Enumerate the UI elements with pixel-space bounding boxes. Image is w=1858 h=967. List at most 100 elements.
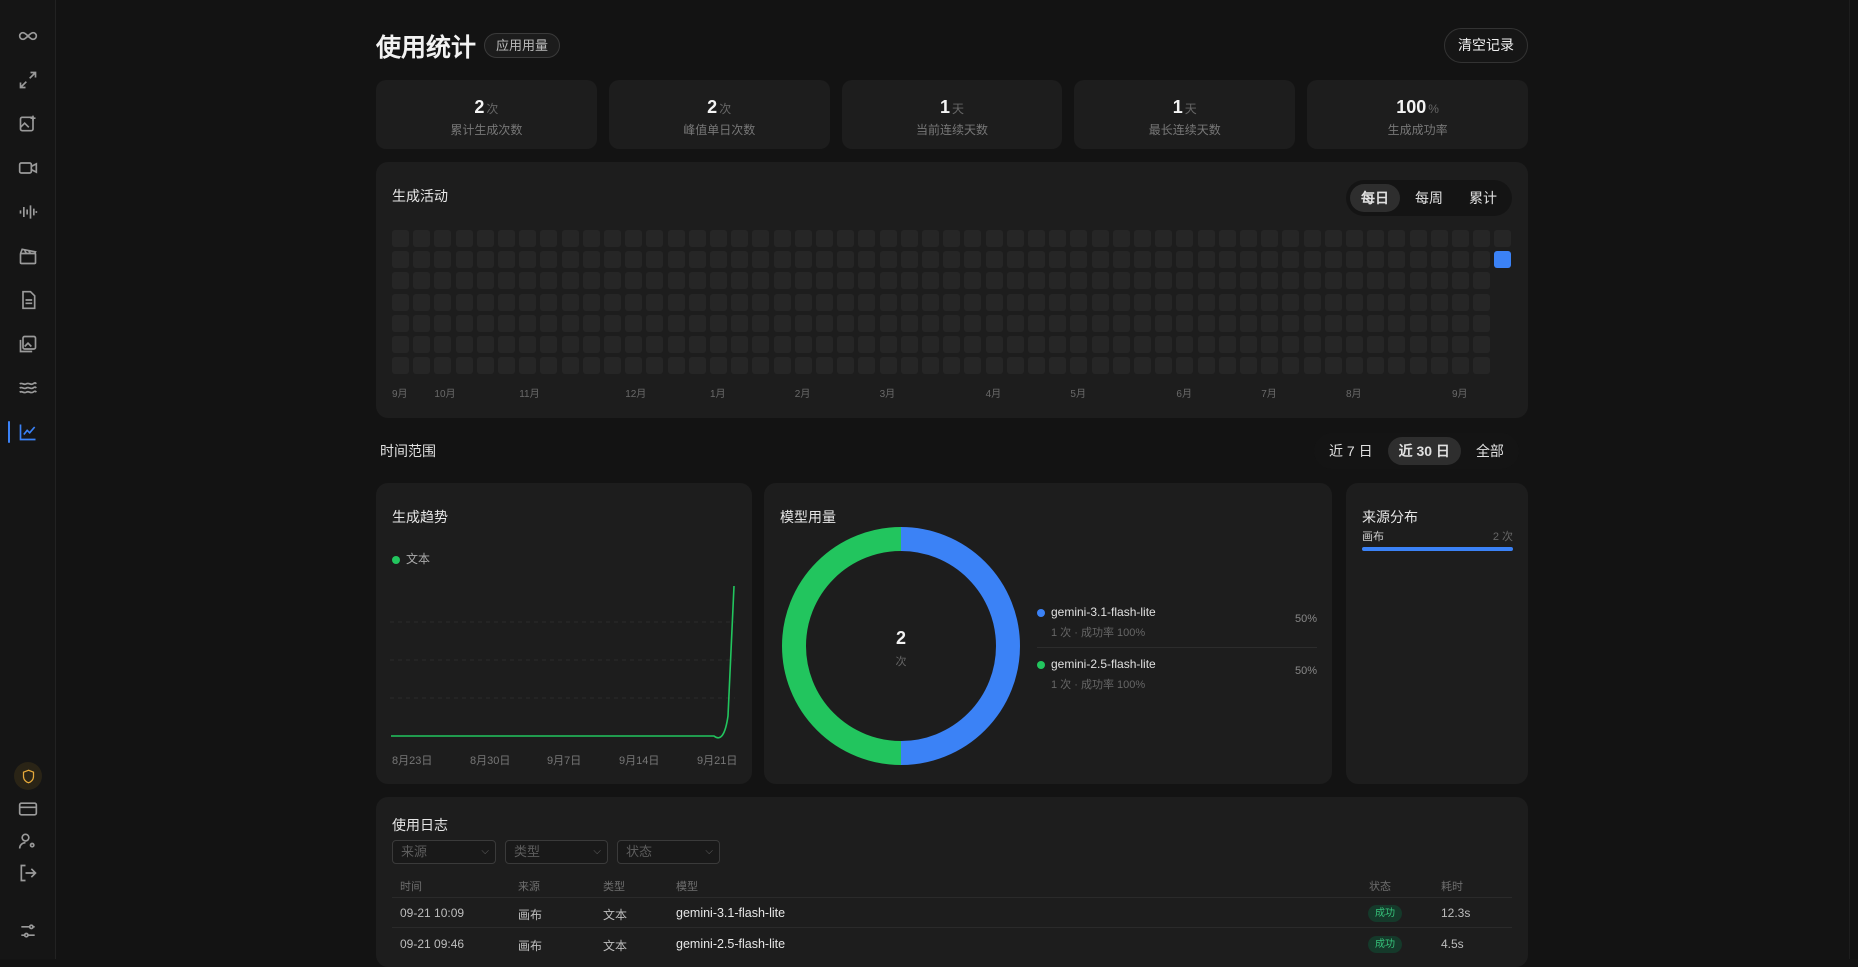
range-all[interactable]: 全部 bbox=[1465, 437, 1515, 465]
heatmap-cell bbox=[688, 314, 706, 332]
heatmap-cell bbox=[1367, 336, 1385, 353]
heatmap-cell bbox=[710, 336, 727, 353]
tab-weekly[interactable]: 每周 bbox=[1404, 184, 1454, 212]
filter-type[interactable]: 类型 ⌵ bbox=[505, 840, 608, 864]
heatmap-cell bbox=[1324, 230, 1342, 247]
chevron-down-icon: ⌵ bbox=[593, 846, 601, 857]
heatmap-cell bbox=[1134, 357, 1151, 375]
heatmap-cell bbox=[900, 314, 918, 332]
heatmap-cell bbox=[900, 293, 918, 311]
row-model: gemini-2.5-flash-lite bbox=[676, 937, 786, 951]
heatmap-cell bbox=[1261, 230, 1279, 247]
clear-records-button[interactable]: 清空记录 bbox=[1444, 28, 1528, 63]
stat-card: 2次 峰值单日次数 bbox=[608, 80, 830, 149]
heatmap-cell bbox=[392, 357, 409, 375]
heatmap-cell bbox=[561, 314, 579, 332]
stat-unit: 次 bbox=[486, 102, 499, 116]
heatmap-cell bbox=[1006, 336, 1024, 353]
heatmap-cell bbox=[519, 230, 537, 247]
heatmap-cell bbox=[455, 272, 473, 290]
heatmap-cell bbox=[1049, 272, 1067, 290]
heatmap-cell bbox=[667, 230, 685, 247]
heatmap-cell bbox=[413, 336, 431, 353]
clapperboard-icon[interactable] bbox=[14, 242, 42, 270]
heatmap-cell bbox=[1070, 230, 1088, 247]
heatmap-cell bbox=[561, 230, 579, 247]
heatmap-cell bbox=[519, 357, 537, 375]
heatmap-cell bbox=[816, 314, 833, 332]
heatmap-cell bbox=[752, 251, 770, 269]
range-7d[interactable]: 近 7 日 bbox=[1318, 437, 1384, 465]
scrollbar[interactable] bbox=[1849, 0, 1858, 959]
gallery-icon[interactable] bbox=[14, 330, 42, 358]
heatmap-cell bbox=[1367, 293, 1385, 311]
heatmap-cell bbox=[561, 357, 579, 375]
heatmap-cell bbox=[392, 336, 409, 353]
heatmap-cell bbox=[434, 251, 452, 269]
heatmap-cell bbox=[943, 357, 961, 375]
heatmap-cell bbox=[837, 314, 855, 332]
models-title: 模型用量 bbox=[780, 509, 836, 525]
image-add-icon[interactable] bbox=[14, 110, 42, 138]
document-icon[interactable] bbox=[14, 286, 42, 314]
heatmap-cell bbox=[1049, 251, 1067, 269]
heatmap-cell bbox=[646, 230, 664, 247]
heatmap-cell bbox=[625, 230, 643, 247]
heatmap-cell bbox=[900, 357, 918, 375]
heatmap-cell bbox=[1155, 357, 1173, 375]
filter-source[interactable]: 来源 ⌵ bbox=[392, 840, 496, 864]
tab-cumulative[interactable]: 累计 bbox=[1458, 184, 1508, 212]
heatmap-cell bbox=[1176, 293, 1194, 311]
waves-icon[interactable] bbox=[14, 374, 42, 402]
heatmap-cell bbox=[392, 314, 409, 332]
heatmap-cell bbox=[1473, 251, 1491, 269]
audio-wave-icon[interactable] bbox=[14, 198, 42, 226]
heatmap-cell bbox=[540, 314, 558, 332]
shield-icon[interactable] bbox=[14, 762, 42, 790]
heatmap-cell bbox=[773, 230, 791, 247]
heatmap-cell bbox=[1346, 272, 1363, 290]
month-label: 5月 bbox=[1070, 389, 1086, 400]
col-status: 状态 bbox=[1369, 881, 1391, 893]
heatmap-cell bbox=[667, 272, 685, 290]
heatmap-cell bbox=[1028, 272, 1045, 290]
user-settings-icon[interactable] bbox=[14, 827, 42, 855]
heatmap-cell bbox=[498, 251, 515, 269]
model-name: gemini-2.5-flash-lite bbox=[1051, 657, 1156, 671]
heatmap-cell bbox=[1091, 251, 1109, 269]
infinity-icon[interactable] bbox=[14, 22, 42, 50]
chevron-down-icon: ⌵ bbox=[481, 846, 489, 857]
month-label: 9月 bbox=[392, 389, 408, 400]
filter-status[interactable]: 状态 ⌵ bbox=[617, 840, 720, 864]
range-tabs: 近 7 日 近 30 日 全部 bbox=[1314, 433, 1519, 469]
chart-line-icon[interactable] bbox=[14, 418, 42, 446]
tab-daily[interactable]: 每日 bbox=[1350, 184, 1400, 212]
heatmap-cell bbox=[985, 230, 1003, 247]
heatmap-cell bbox=[476, 251, 494, 269]
heatmap-cell bbox=[773, 336, 791, 353]
model-sub: 1 次 · 成功率 100% bbox=[1051, 627, 1146, 639]
heatmap-cell bbox=[392, 272, 409, 290]
video-icon[interactable] bbox=[14, 154, 42, 182]
card-icon[interactable] bbox=[14, 795, 42, 823]
expand-icon[interactable] bbox=[14, 66, 42, 94]
heatmap-cell bbox=[1430, 314, 1448, 332]
source-bar bbox=[1362, 547, 1513, 551]
model-divider bbox=[1037, 647, 1317, 648]
heatmap-cell bbox=[1240, 272, 1257, 290]
filter-source-label: 来源 bbox=[401, 844, 428, 859]
sliders-icon[interactable] bbox=[14, 917, 42, 945]
legend-label: 文本 bbox=[406, 552, 431, 566]
range-30d[interactable]: 近 30 日 bbox=[1387, 437, 1461, 465]
heatmap-cell bbox=[858, 230, 876, 247]
heatmap-cell bbox=[858, 293, 876, 311]
month-label: 8月 bbox=[1346, 389, 1362, 400]
heatmap-cell bbox=[922, 251, 939, 269]
heatmap-cell bbox=[582, 314, 600, 332]
heatmap-cell bbox=[455, 251, 473, 269]
heatmap-cell bbox=[1155, 272, 1173, 290]
heatmap-cell bbox=[710, 251, 727, 269]
heatmap-cell bbox=[688, 272, 706, 290]
logout-icon[interactable] bbox=[14, 859, 42, 887]
heatmap-cell bbox=[1367, 230, 1385, 247]
